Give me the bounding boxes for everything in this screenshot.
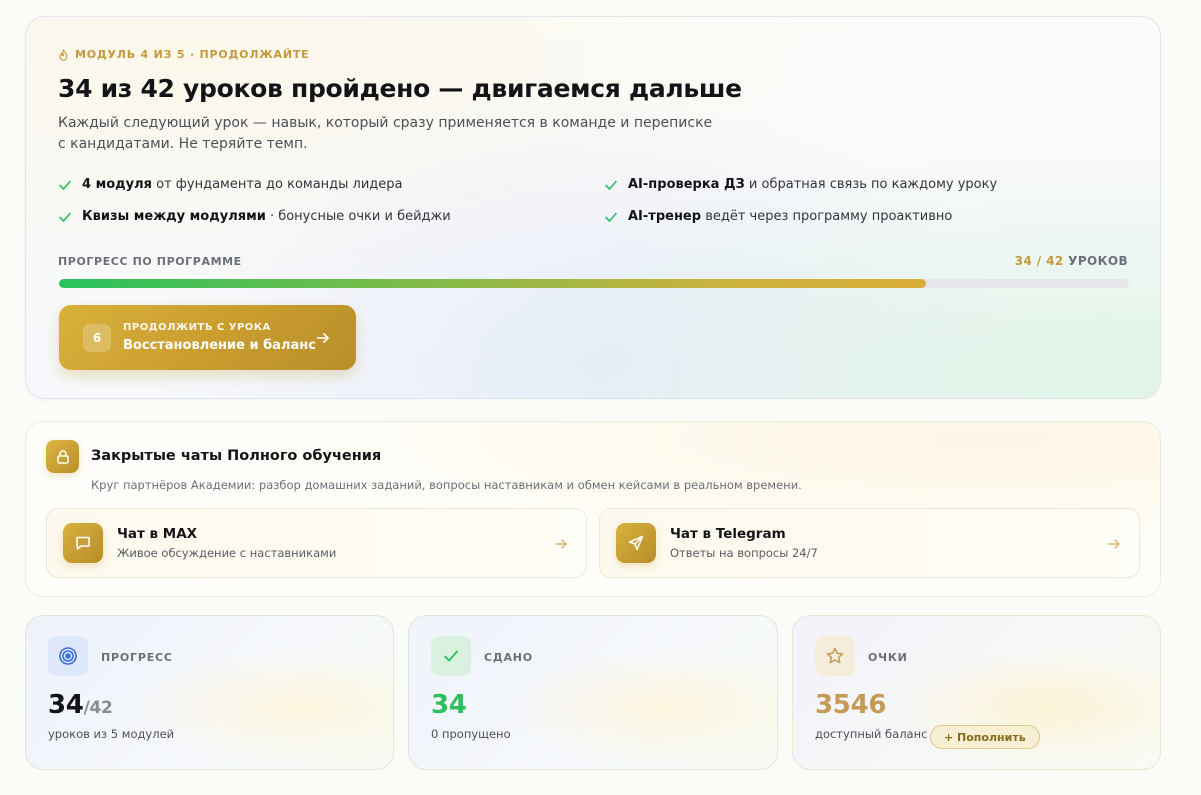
chats-subtitle: Круг партнёров Академии: разбор домашних… [91, 478, 802, 492]
feature-text: ведёт через программу проактивно [701, 209, 953, 224]
stat-points-card: ОЧКИ 3546 доступный баланс + Пополнить [792, 615, 1161, 770]
stat-value-number: 34 [48, 690, 84, 720]
chat-max-subtitle: Живое обсуждение с наставниками [117, 546, 337, 560]
stat-progress-card: ПРОГРЕСС 34/42 уроков из 5 модулей [25, 615, 394, 770]
feature-text: от фундамента до команды лидера [151, 177, 403, 192]
feature-item: Квизы между модулями · бонусные очки и б… [58, 209, 451, 224]
feature-item: 4 модуля от фундамента до команды лидера [58, 177, 403, 192]
chat-telegram-title: Чат в Telegram [670, 526, 786, 542]
feature-bold: 4 модуля [82, 177, 152, 192]
feature-bold: AI-тренер [628, 209, 702, 224]
feature-bold: Квизы между модулями [82, 209, 266, 224]
stat-subtitle: уроков из 5 модулей [48, 727, 175, 741]
check-icon [59, 180, 71, 190]
lock-icon [56, 449, 69, 464]
stat-value-total: /42 [83, 698, 113, 718]
flame-icon [59, 48, 68, 61]
chat-telegram-card[interactable]: Чат в Telegram Ответы на вопросы 24/7 [599, 508, 1140, 578]
stat-value: 34/42 [48, 690, 113, 720]
continue-learning-card: МОДУЛЬ 4 ИЗ 5 · ПРОДОЛЖАЙТЕ 34 из 42 уро… [25, 16, 1161, 399]
stat-label: ОЧКИ [868, 651, 908, 664]
stat-submitted-card: СДАНО 34 0 пропущено [408, 615, 778, 770]
star-icon [826, 647, 844, 664]
check-icon [605, 212, 617, 222]
stat-value: 34 [431, 690, 467, 720]
lesson-number-badge: 6 [83, 323, 111, 352]
progress-bar [59, 279, 1129, 288]
stat-subtitle: доступный баланс [815, 727, 928, 741]
private-chats-card: Закрытые чаты Полного обучения Круг парт… [25, 421, 1161, 597]
hero-subtitle: Каждый следующий урок — навык, который с… [58, 115, 713, 152]
chat-max-title: Чат в MAX [117, 526, 198, 542]
lock-icon-box [46, 440, 79, 473]
check-icon [605, 180, 617, 190]
send-icon [628, 535, 644, 551]
target-icon [59, 647, 77, 665]
message-icon [76, 536, 90, 550]
feature-item: AI-проверка ДЗ и обратная связь по каждо… [604, 177, 997, 192]
cta-lesson-title: Восстановление и баланс [123, 338, 316, 353]
arrow-right-icon [1108, 539, 1120, 549]
check-icon [59, 212, 71, 222]
stat-subtitle: 0 пропущено [431, 727, 511, 741]
progress-bar-fill [59, 279, 926, 288]
chat-max-card[interactable]: Чат в MAX Живое обсуждение с наставникам… [46, 508, 587, 578]
arrow-right-icon [555, 539, 567, 549]
progress-count: 34 / 42 УРОКОВ [1015, 254, 1128, 268]
progress-label: ПРОГРЕСС ПО ПРОГРАММЕ [58, 255, 242, 268]
stat-label: ПРОГРЕСС [101, 651, 173, 664]
cta-eyebrow: ПРОДОЛЖИТЬ С УРОКА [123, 322, 271, 333]
progress-count-unit: УРОКОВ [1063, 254, 1128, 268]
chats-title: Закрытые чаты Полного обучения [91, 448, 382, 464]
feature-text: и обратная связь по каждому уроку [744, 177, 998, 192]
top-up-button[interactable]: + Пополнить [930, 725, 1040, 749]
chat-telegram-subtitle: Ответы на вопросы 24/7 [670, 546, 818, 560]
progress-count-value: 34 / 42 [1014, 254, 1064, 268]
stat-label: СДАНО [484, 651, 533, 664]
continue-lesson-button[interactable]: 6 ПРОДОЛЖИТЬ С УРОКА Восстановление и ба… [59, 305, 356, 370]
module-eyebrow-text: МОДУЛЬ 4 ИЗ 5 · ПРОДОЛЖАЙТЕ [75, 48, 310, 61]
feature-text: · бонусные очки и бейджи [265, 209, 451, 224]
feature-item: AI-тренер ведёт через программу проактив… [604, 209, 952, 224]
module-eyebrow: МОДУЛЬ 4 ИЗ 5 · ПРОДОЛЖАЙТЕ [58, 48, 309, 61]
feature-bold: AI-проверка ДЗ [628, 177, 745, 192]
stat-value: 3546 [815, 690, 887, 720]
arrow-right-icon [316, 333, 329, 343]
check-icon [444, 650, 458, 662]
hero-title: 34 из 42 уроков пройдено — двигаемся дал… [58, 74, 742, 103]
